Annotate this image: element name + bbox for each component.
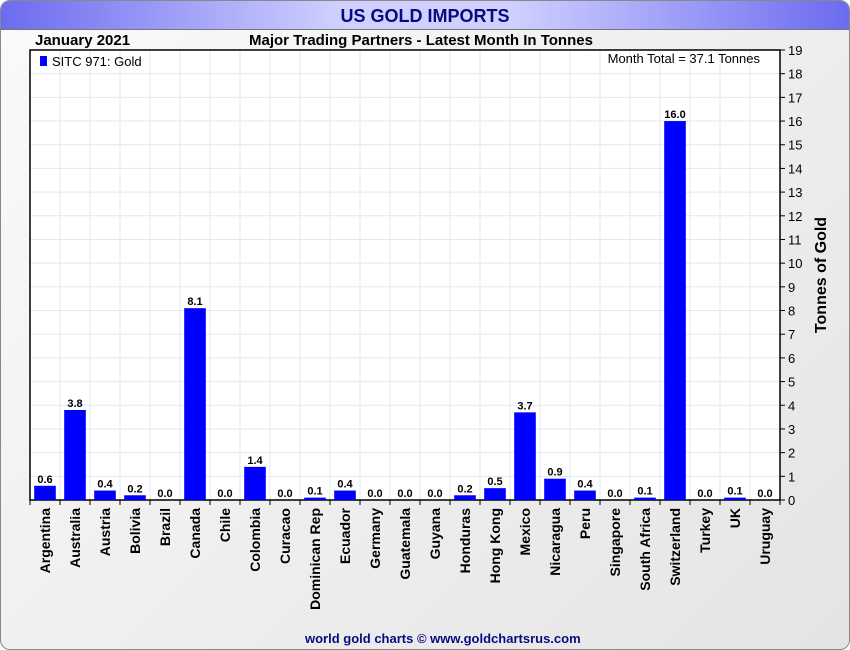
y-tick-label: 16 — [788, 114, 802, 129]
y-tick-label: 5 — [788, 375, 795, 390]
y-tick-label: 14 — [788, 161, 802, 176]
y-tick-label: 7 — [788, 327, 795, 342]
data-label: 0.5 — [487, 476, 502, 488]
bar-canada — [184, 308, 206, 500]
bar-uk — [724, 497, 746, 500]
x-tick-label: Austria — [97, 508, 113, 556]
data-label: 0.0 — [427, 488, 442, 500]
bar-peru — [574, 490, 596, 500]
x-tick-label: Turkey — [697, 508, 713, 553]
data-label: 0.0 — [697, 488, 712, 500]
bar-ecuador — [334, 490, 356, 500]
y-tick-label: 0 — [788, 493, 795, 508]
bar-chart: 0123456789101112131415161718190.6Argenti… — [29, 43, 830, 610]
bar-nicaragua — [544, 478, 566, 500]
data-label: 1.4 — [247, 455, 263, 467]
x-tick-label: Argentina — [37, 508, 53, 574]
data-label: 0.1 — [307, 486, 322, 498]
bar-switzerland — [664, 121, 686, 500]
y-tick-label: 10 — [788, 256, 802, 271]
data-label: 3.8 — [67, 398, 82, 410]
bar-hong-kong — [484, 488, 506, 500]
bar-australia — [64, 410, 86, 500]
data-label: 0.4 — [97, 479, 113, 491]
x-tick-label: UK — [727, 508, 743, 528]
y-tick-label: 9 — [788, 280, 795, 295]
y-tick-label: 1 — [788, 469, 795, 484]
y-axis-label: Tonnes of Gold — [813, 217, 830, 333]
x-tick-label: Uruguay — [757, 508, 773, 565]
data-label: 0.0 — [157, 488, 172, 500]
x-tick-label: Guatemala — [397, 508, 413, 580]
y-tick-label: 15 — [788, 138, 802, 153]
bar-argentina — [34, 485, 56, 500]
data-label: 0.0 — [217, 488, 232, 500]
data-label: 0.4 — [337, 479, 353, 491]
x-tick-label: Guyana — [427, 508, 443, 560]
x-tick-label: Ecuador — [337, 507, 353, 564]
y-tick-label: 3 — [788, 422, 795, 437]
x-tick-label: Bolivia — [127, 508, 143, 554]
data-label: 0.9 — [547, 467, 562, 479]
bar-mexico — [514, 412, 536, 500]
y-tick-label: 11 — [788, 232, 802, 247]
data-label: 0.2 — [127, 483, 142, 495]
data-label: 0.0 — [607, 488, 622, 500]
data-label: 3.7 — [517, 400, 532, 412]
y-tick-label: 8 — [788, 304, 795, 319]
data-label: 0.6 — [37, 474, 52, 486]
y-tick-label: 12 — [788, 209, 802, 224]
bar-south-africa — [634, 497, 656, 500]
y-tick-label: 2 — [788, 446, 795, 461]
data-label: 8.1 — [187, 296, 202, 308]
x-tick-label: Brazil — [157, 508, 173, 546]
data-label: 0.4 — [577, 479, 593, 491]
bar-austria — [94, 490, 116, 500]
legend-swatch — [40, 56, 47, 66]
x-tick-label: Curacao — [277, 508, 293, 564]
x-tick-label: Nicaragua — [547, 508, 563, 576]
x-tick-label: Canada — [187, 508, 203, 559]
bar-dominican-rep — [304, 497, 326, 500]
data-label: 0.1 — [727, 486, 742, 498]
y-tick-label: 13 — [788, 185, 802, 200]
y-tick-label: 19 — [788, 43, 802, 58]
bar-colombia — [244, 466, 266, 500]
data-label: 0.0 — [367, 488, 382, 500]
x-tick-label: Peru — [577, 508, 593, 539]
data-label: 0.0 — [277, 488, 292, 500]
bar-honduras — [454, 495, 476, 500]
data-label: 0.0 — [397, 488, 412, 500]
legend-label: SITC 971: Gold — [52, 54, 142, 69]
y-tick-label: 4 — [788, 398, 795, 413]
x-tick-label: Australia — [67, 508, 83, 568]
bar-bolivia — [124, 495, 146, 500]
x-tick-label: South Africa — [637, 508, 653, 591]
data-label: 0.0 — [757, 488, 772, 500]
x-tick-label: Dominican Rep — [307, 508, 323, 610]
x-tick-label: Singapore — [607, 508, 623, 577]
data-label: 0.2 — [457, 483, 472, 495]
x-tick-label: Colombia — [247, 508, 263, 572]
month-total-annotation: Month Total = 37.1 Tonnes — [608, 51, 761, 66]
data-label: 0.1 — [637, 486, 652, 498]
x-tick-label: Mexico — [517, 508, 533, 555]
y-tick-label: 18 — [788, 67, 802, 82]
x-tick-label: Honduras — [457, 508, 473, 574]
x-tick-label: Chile — [217, 508, 233, 542]
x-tick-label: Hong Kong — [487, 508, 503, 583]
y-tick-label: 17 — [788, 90, 802, 105]
y-tick-label: 6 — [788, 351, 795, 366]
data-label: 16.0 — [664, 109, 685, 121]
x-tick-label: Germany — [367, 508, 383, 569]
x-tick-label: Switzerland — [667, 508, 683, 586]
